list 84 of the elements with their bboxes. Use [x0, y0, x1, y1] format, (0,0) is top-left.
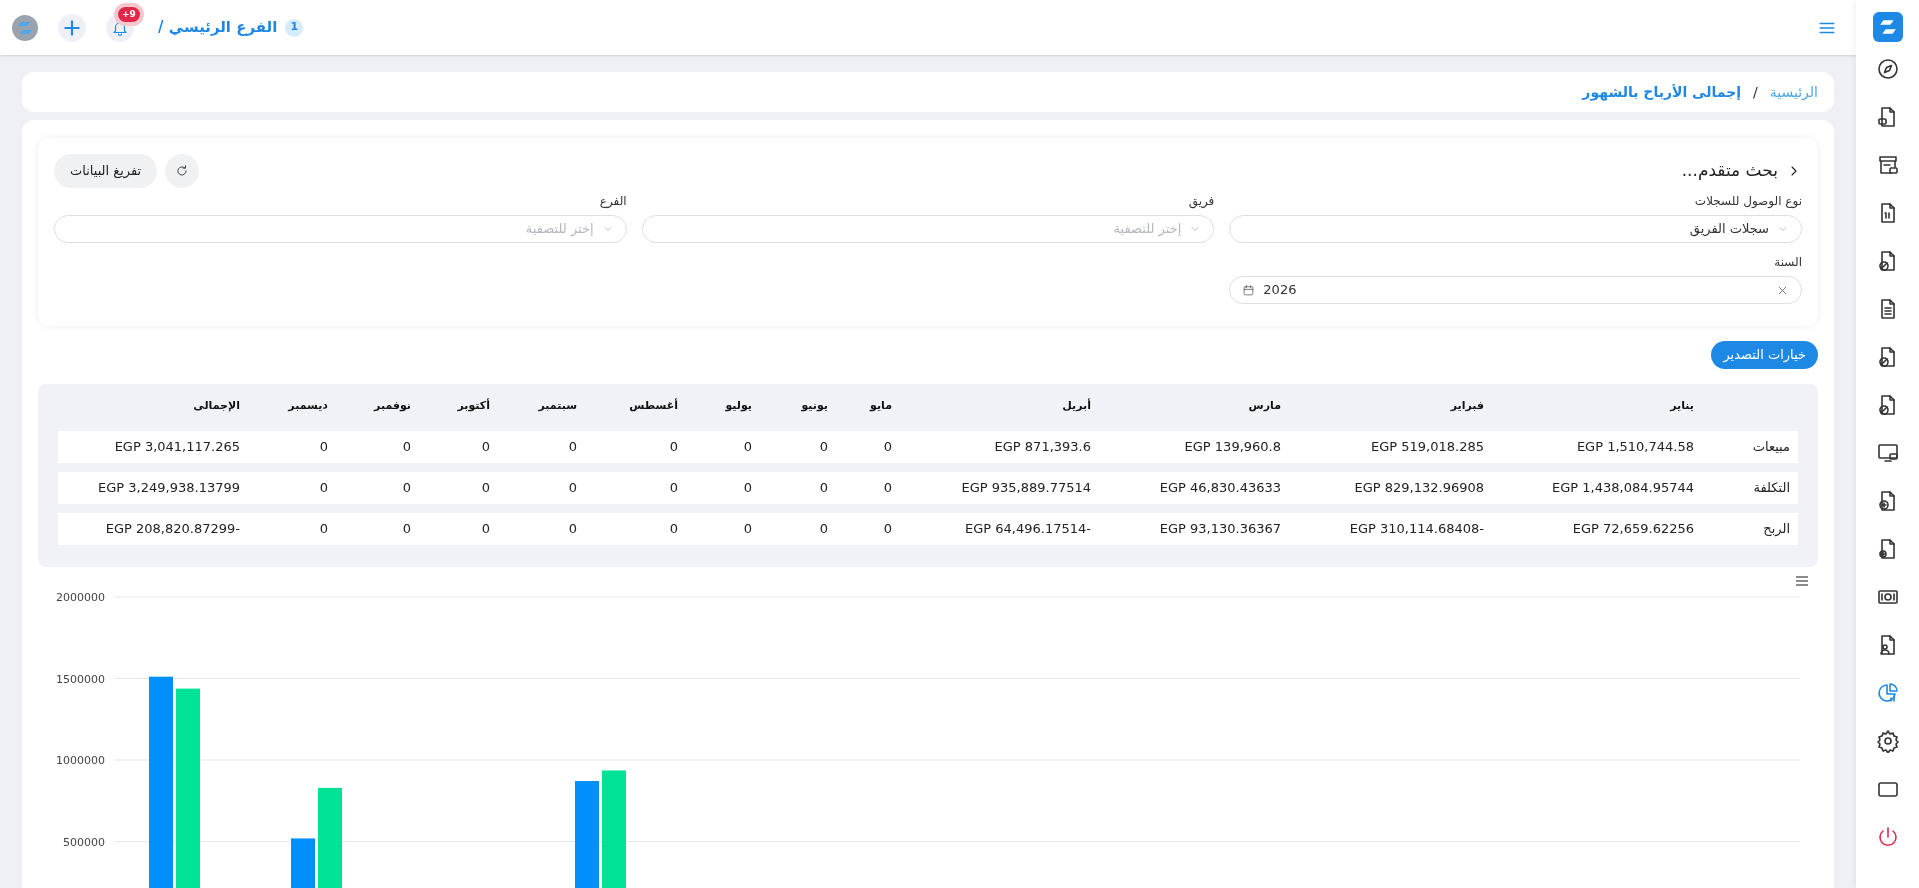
field-label: السنة: [1773, 254, 1802, 271]
refresh-button[interactable]: [165, 154, 200, 188]
table-cell-text: EGP 46,830.43633: [1158, 479, 1282, 498]
column-header: سبتمبر: [537, 397, 578, 414]
table-cell-text: EGP 1,438,084.95744: [1551, 479, 1695, 498]
table-cell-text: 0: [318, 520, 329, 539]
breadcrumb-separator: /: [1753, 82, 1758, 102]
table-cell-text: EGP 1,510,744.58: [1575, 438, 1695, 457]
pie-chart-icon: [1875, 681, 1900, 705]
column-header: يناير: [1668, 397, 1695, 414]
table-cell-text: 0: [818, 479, 829, 498]
plus-icon: [62, 17, 82, 38]
axis-label: 1000000: [56, 754, 105, 767]
add-button[interactable]: [58, 13, 86, 42]
sidebar-item[interactable]: [1874, 728, 1901, 754]
table-cell-text: 0: [818, 520, 829, 539]
axis-label: 500000: [63, 835, 105, 849]
column-header: نوفمبر: [372, 397, 412, 414]
column-header: فبراير: [1449, 397, 1485, 414]
table-cell-text: EGP 93,130.36367: [1158, 520, 1282, 539]
table-cell-text: EGP 829,132.96908: [1353, 479, 1485, 498]
refresh-icon: [175, 164, 190, 178]
column-header: يوليو: [724, 397, 753, 414]
table-cell-text: EGP 139,960.8: [1183, 438, 1282, 457]
table-cell-text: 0: [480, 479, 491, 498]
column-header: ديسمبر: [286, 397, 329, 414]
row-label: الربح: [1762, 520, 1791, 539]
calendar-icon: [1242, 283, 1256, 297]
compass-icon: [1875, 57, 1900, 81]
column-header: مارس: [1247, 397, 1282, 414]
table-cell-text: 0: [318, 479, 329, 498]
table-cell-text: EGP 64,496.17514-: [964, 520, 1092, 539]
advanced-search-toggle[interactable]: بحث متقدم...: [1681, 158, 1802, 184]
table-cell-text: 0: [818, 438, 829, 457]
table-cell-text: EGP 3,041,117.265: [113, 438, 241, 457]
row-label: مبيعات: [1751, 438, 1791, 457]
column-header: الإجمالى: [192, 397, 241, 414]
table-cell-text: 0: [480, 520, 491, 539]
table-cell-text: 0: [668, 520, 679, 539]
table-cell-text: 0: [401, 520, 412, 539]
table-cell-text: EGP 72,659.62256: [1571, 520, 1695, 539]
breadcrumb-link[interactable]: إجمالى الأرباح بالشهور: [1582, 81, 1742, 103]
field-label: الفرع: [598, 193, 627, 210]
table-cell-text: 0: [480, 438, 491, 457]
table-cell-text: 0: [742, 438, 753, 457]
column-header: يونيو: [800, 397, 829, 414]
row-label: التكلفة: [1752, 479, 1791, 498]
column-header: أبريل: [1061, 397, 1092, 414]
chart-menu-icon[interactable]: [1794, 573, 1810, 589]
column-header: مايو: [868, 397, 893, 414]
table-cell-text: 0: [882, 438, 893, 457]
table-cell-text: 0: [401, 479, 412, 498]
breadcrumb-link[interactable]: الرئيسية: [1769, 81, 1818, 103]
table-cell-text: 0: [668, 438, 679, 457]
branch-name[interactable]: الفرع الرئيسي /: [158, 16, 278, 39]
table-cell-text: EGP 310,114.68408-: [1348, 520, 1485, 539]
table-cell-text: 0: [882, 479, 893, 498]
table-cell-text: 0: [567, 520, 578, 539]
table-cell-text: EGP 871,393.6: [993, 438, 1092, 457]
column-header: أكتوبر: [456, 397, 491, 414]
export-options-button[interactable]: خيارات التصدير: [1711, 341, 1818, 369]
table-cell-text: 0: [567, 438, 578, 457]
table-cell-text: EGP 935,889.77514: [960, 479, 1092, 498]
table-cell-text: 0: [318, 438, 329, 457]
clear-data-button[interactable]: تفريغ البيانات: [54, 154, 158, 188]
app-logo-icon[interactable]: [1872, 12, 1903, 42]
table-cell-text: EGP 208,820.87299-: [104, 520, 241, 539]
table-cell-text: 0: [882, 520, 893, 539]
monitor-icon: [1875, 441, 1900, 465]
logo-icon: [12, 14, 38, 41]
column-header: أغسطس: [628, 397, 679, 414]
field-label: فريق: [1187, 193, 1215, 210]
table-cell-text: 0: [742, 479, 753, 498]
field-label: نوع الوصول للسجلات: [1693, 193, 1802, 210]
branch-number-badge: 1: [285, 18, 304, 37]
axis-label: 1500000: [56, 672, 105, 686]
table-cell-text: 0: [567, 479, 578, 498]
table-cell-text: 0: [668, 479, 679, 498]
settings-icon: [1875, 729, 1900, 753]
table-cell-text: 0: [742, 520, 753, 539]
table-cell-text: EGP 3,249,938.13799: [97, 479, 241, 498]
axis-label: 2000000: [56, 591, 105, 604]
table-cell-text: 0: [401, 438, 412, 457]
table-cell-text: EGP 519,018.285: [1370, 438, 1485, 457]
